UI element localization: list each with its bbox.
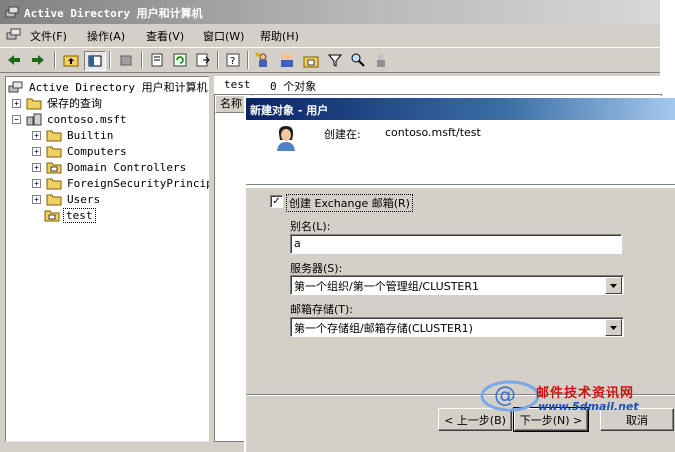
help-icon[interactable]: ? — [223, 51, 243, 69]
tree-item-label: contoso.msft — [47, 112, 127, 126]
container-name: test — [224, 78, 251, 91]
console-tree: Active Directory 用户和计算机 + 保存的查询 − contos… — [5, 76, 210, 442]
dropdown-arrow-icon[interactable] — [605, 277, 622, 294]
expand-plus-icon[interactable]: + — [32, 162, 41, 172]
svg-text:@: @ — [494, 383, 516, 408]
create-mailbox-checkbox[interactable]: ✓ — [270, 195, 283, 208]
tree-item-users[interactable]: + Users — [32, 191, 102, 207]
tree-item-label: Users — [67, 192, 101, 206]
divider — [246, 184, 675, 186]
up-folder-icon[interactable] — [61, 51, 81, 69]
user-icon — [277, 126, 295, 151]
find-icon[interactable] — [348, 51, 368, 69]
dialog-titlebar[interactable]: 新建对象 - 用户 — [246, 98, 675, 120]
window-title: Active Directory 用户和计算机 — [24, 7, 203, 20]
expand-plus-icon[interactable]: + — [32, 146, 41, 156]
folder-icon — [46, 146, 62, 157]
delete-icon[interactable] — [116, 51, 136, 69]
expand-plus-icon[interactable]: + — [32, 178, 41, 188]
show-hide-tree-icon[interactable] — [84, 51, 106, 71]
forward-arrow-icon[interactable] — [28, 51, 48, 69]
create-mailbox-label[interactable]: 创建 Exchange 邮箱(R) — [286, 194, 413, 212]
watermark-logo-icon: @ — [480, 380, 540, 412]
tree-item-test[interactable]: test — [44, 207, 96, 223]
menu-help[interactable]: 帮助(H) — [260, 28, 299, 44]
tree-item-label: ForeignSecurityPrincipal — [67, 176, 209, 190]
tree-item-label: test — [63, 207, 96, 223]
watermark-text: 邮件技术资讯网 — [536, 386, 635, 401]
tree-item-saved-queries[interactable]: + 保存的查询 — [12, 95, 104, 111]
filter-icon[interactable] — [325, 51, 345, 69]
store-label: 邮箱存储(T): — [290, 303, 354, 316]
tree-item-domain[interactable]: − contoso.msft — [12, 111, 128, 127]
tree-item-label: Computers — [67, 144, 127, 158]
ad-users-computers-icon — [5, 6, 19, 18]
new-user-icon[interactable] — [253, 51, 273, 69]
dialog-title: 新建对象 - 用户 — [250, 104, 329, 117]
pane-splitter[interactable] — [209, 76, 213, 440]
watermark-url: www.5dmail.net — [538, 400, 639, 413]
tree-root-label: Active Directory 用户和计算机 — [29, 81, 208, 94]
refresh-icon[interactable] — [170, 51, 190, 69]
tree-item-label: 保存的查询 — [47, 97, 102, 110]
menu-bar: 文件(F) 操作(A) 查看(V) 窗口(W) 帮助(H) — [0, 26, 660, 44]
expand-plus-icon[interactable]: + — [12, 98, 21, 108]
store-value: 第一个存储组/邮箱存储(CLUSTER1) — [294, 322, 473, 335]
alias-input[interactable]: a — [290, 234, 622, 254]
folder-icon — [26, 98, 42, 109]
tree-item-label: Builtin — [67, 128, 114, 142]
server-select[interactable]: 第一个组织/第一个管理组/CLUSTER1 — [290, 275, 624, 295]
toolbar: ? — [0, 47, 660, 73]
tree-item-computers[interactable]: + Computers — [32, 143, 129, 159]
menu-file[interactable]: 文件(F) — [30, 28, 67, 44]
properties-icon[interactable] — [147, 51, 167, 69]
add-to-group-icon[interactable] — [371, 51, 391, 69]
main-window-titlebar[interactable]: Active Directory 用户和计算机 — [0, 0, 660, 24]
alias-value: a — [294, 237, 301, 250]
object-count: 0 个对象 — [270, 80, 317, 93]
folder-icon — [46, 130, 62, 141]
collapse-minus-icon[interactable]: − — [12, 114, 21, 124]
domain-icon — [26, 113, 42, 126]
server-value: 第一个组织/第一个管理组/CLUSTER1 — [294, 280, 480, 293]
folder-icon — [46, 178, 62, 189]
mailbox-store-select[interactable]: 第一个存储组/邮箱存储(CLUSTER1) — [290, 317, 624, 337]
create-in-label: 创建在: — [324, 128, 361, 141]
create-in-path: contoso.msft/test — [385, 126, 481, 139]
ou-folder-icon — [44, 210, 60, 221]
tree-item-label: Domain Controllers — [67, 160, 187, 174]
tree-item-domain-controllers[interactable]: + Domain Controllers — [32, 159, 188, 175]
system-menu-icon[interactable] — [6, 27, 22, 42]
folder-icon — [46, 194, 62, 205]
svg-text:?: ? — [230, 56, 235, 67]
export-list-icon[interactable] — [193, 51, 213, 69]
new-ou-icon[interactable] — [301, 51, 321, 69]
menu-action[interactable]: 操作(A) — [87, 28, 125, 44]
ou-folder-icon — [46, 162, 62, 173]
back-arrow-icon[interactable] — [4, 51, 24, 69]
tree-root[interactable]: Active Directory 用户和计算机 — [8, 79, 209, 95]
tree-item-foreign-security-principals[interactable]: + ForeignSecurityPrincipal — [32, 175, 209, 191]
expand-plus-icon[interactable]: + — [32, 130, 41, 140]
server-label: 服务器(S): — [290, 262, 343, 275]
site-watermark: @ 邮件技术资讯网 www.5dmail.net — [480, 372, 660, 416]
details-header: test 0 个对象 — [214, 76, 660, 94]
menu-window[interactable]: 窗口(W) — [203, 28, 244, 44]
tree-item-builtin[interactable]: + Builtin — [32, 127, 115, 143]
expand-plus-icon[interactable]: + — [32, 194, 41, 204]
new-group-icon[interactable] — [277, 51, 297, 69]
ad-users-computers-icon — [8, 81, 23, 93]
dropdown-arrow-icon[interactable] — [605, 319, 622, 336]
alias-label: 别名(L): — [290, 220, 331, 233]
menu-view[interactable]: 查看(V) — [146, 28, 184, 44]
